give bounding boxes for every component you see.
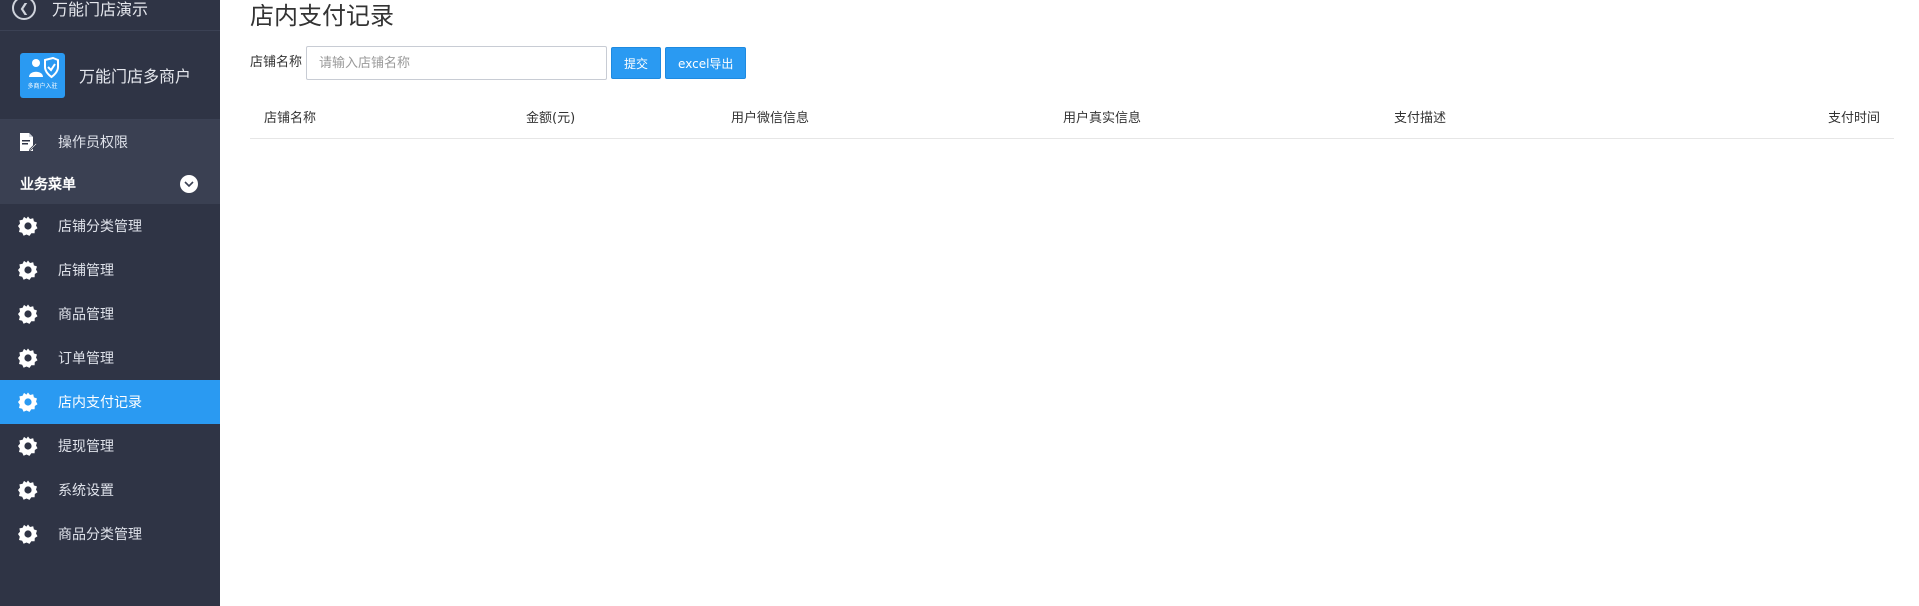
section-label: 业务菜单 bbox=[20, 177, 76, 193]
top-bar[interactable]: ❮ 万能门店演示 bbox=[0, 0, 220, 31]
gear-icon bbox=[18, 524, 38, 544]
sidebar: ❮ 万能门店演示 多商户入驻 万能门店多商户 操作员权限 业务菜单 店铺分类管理… bbox=[0, 0, 220, 606]
main-content: 店内支付记录 店铺名称 提交 excel导出 店铺名称 金额(元) 用户微信信息… bbox=[220, 0, 1919, 606]
column-header-shop-name[interactable]: 店铺名称 bbox=[250, 107, 512, 126]
gear-icon bbox=[18, 260, 38, 280]
brand-name: 万能门店多商户 bbox=[79, 67, 192, 86]
logo-text: 多商户入驻 bbox=[27, 82, 58, 90]
gear-icon bbox=[18, 436, 38, 456]
sidebar-item-system-settings[interactable]: 系统设置 bbox=[0, 468, 220, 512]
sidebar-item-label: 系统设置 bbox=[58, 483, 114, 499]
sidebar-item-in-store-payments[interactable]: 店内支付记录 bbox=[0, 380, 220, 424]
app-root: ❮ 万能门店演示 多商户入驻 万能门店多商户 操作员权限 业务菜单 店铺分类管理… bbox=[0, 0, 1919, 606]
document-edit-icon bbox=[18, 132, 38, 152]
sidebar-item-shop-management[interactable]: 店铺管理 bbox=[0, 248, 220, 292]
sidebar-item-label: 店铺管理 bbox=[58, 263, 114, 279]
sidebar-item-product-management[interactable]: 商品管理 bbox=[0, 292, 220, 336]
sidebar-item-order-management[interactable]: 订单管理 bbox=[0, 336, 220, 380]
shop-name-input[interactable] bbox=[306, 46, 608, 80]
page-title: 店内支付记录 bbox=[250, 2, 394, 30]
sidebar-item-label: 订单管理 bbox=[58, 351, 114, 367]
brand-logo: 多商户入驻 bbox=[20, 52, 65, 98]
filter-bar: 店铺名称 提交 excel导出 bbox=[250, 46, 747, 80]
sidebar-item-withdrawal-management[interactable]: 提现管理 bbox=[0, 424, 220, 468]
payments-table: 店铺名称 金额(元) 用户微信信息 用户真实信息 支付描述 支付时间 bbox=[250, 95, 1894, 139]
sidebar-item-product-category[interactable]: 商品分类管理 bbox=[0, 512, 220, 556]
gear-icon bbox=[18, 480, 38, 500]
gear-icon bbox=[18, 216, 38, 236]
app-title: 万能门店演示 bbox=[52, 0, 149, 19]
chevron-down-icon[interactable] bbox=[180, 175, 198, 193]
shop-name-label: 店铺名称 bbox=[250, 54, 303, 70]
section-header-business-menu[interactable]: 业务菜单 bbox=[0, 164, 220, 204]
sidebar-item-label: 店铺分类管理 bbox=[58, 219, 142, 235]
column-header-amount[interactable]: 金额(元) bbox=[512, 107, 717, 126]
sidebar-item-label: 商品分类管理 bbox=[58, 527, 142, 543]
gear-icon bbox=[18, 304, 38, 324]
column-header-payment-description[interactable]: 支付描述 bbox=[1380, 107, 1780, 126]
sidebar-item-shop-category[interactable]: 店铺分类管理 bbox=[0, 204, 220, 248]
merchant-shield-icon bbox=[28, 56, 59, 78]
column-header-payment-time[interactable]: 支付时间 bbox=[1780, 107, 1894, 126]
sidebar-item-label: 操作员权限 bbox=[58, 135, 128, 151]
gear-icon bbox=[18, 348, 38, 368]
submit-button[interactable]: 提交 bbox=[611, 47, 662, 79]
sidebar-item-operator-permissions[interactable]: 操作员权限 bbox=[0, 120, 220, 164]
brand: 多商户入驻 万能门店多商户 bbox=[0, 31, 220, 120]
back-arrow-icon[interactable]: ❮ bbox=[12, 0, 36, 20]
table-header: 店铺名称 金额(元) 用户微信信息 用户真实信息 支付描述 支付时间 bbox=[250, 95, 1894, 139]
column-header-real-info[interactable]: 用户真实信息 bbox=[1049, 107, 1380, 126]
sidebar-item-label: 提现管理 bbox=[58, 439, 114, 455]
column-header-wechat-info[interactable]: 用户微信信息 bbox=[717, 107, 1049, 126]
excel-export-button[interactable]: excel导出 bbox=[665, 47, 747, 79]
gear-icon bbox=[18, 392, 38, 412]
sidebar-item-label: 商品管理 bbox=[58, 307, 114, 323]
sidebar-item-label: 店内支付记录 bbox=[58, 395, 142, 411]
